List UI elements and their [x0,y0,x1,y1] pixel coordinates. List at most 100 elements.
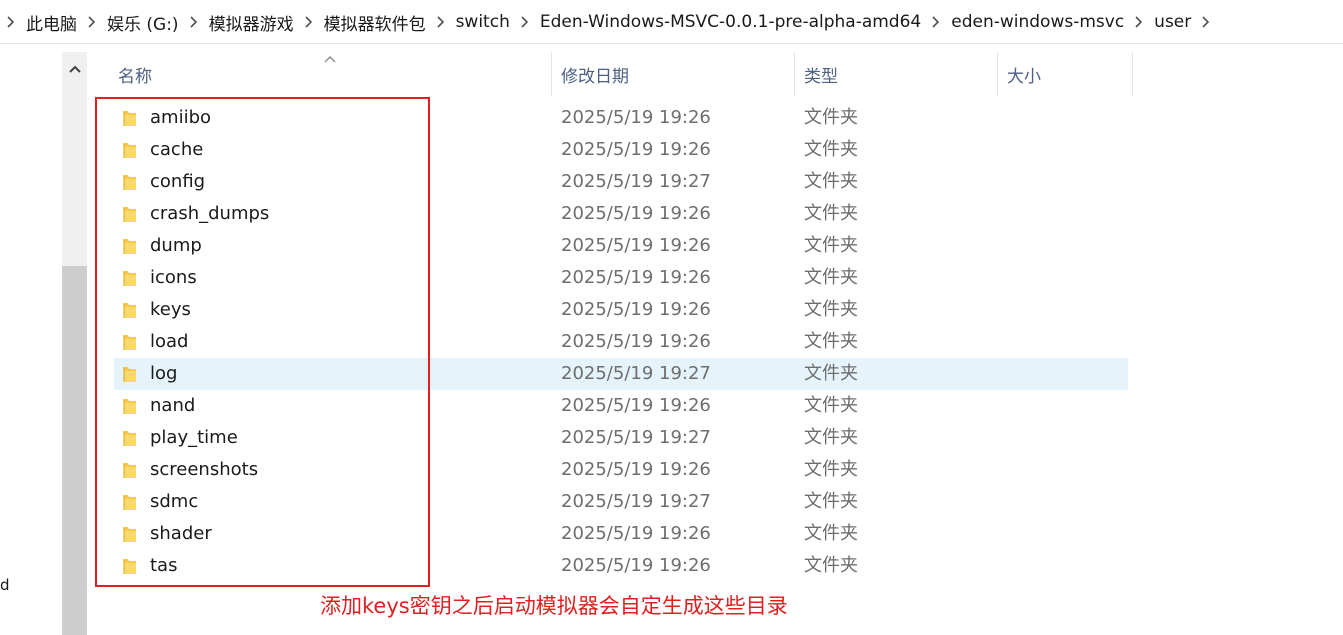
chevron-right-icon[interactable] [0,14,22,30]
breadcrumb-item[interactable]: switch [452,12,514,32]
file-list: amiibo 2025/5/19 19:26 文件夹 cache 2025/5/19 1… [114,102,1128,582]
file-type: 文件夹 [804,107,858,128]
file-modified: 2025/5/19 19:27 [561,171,711,192]
column-type-label: 类型 [804,66,838,87]
breadcrumb: 此电脑 娱乐 (G:) 模拟器游戏 模拟器软件包 switch Eden-Windows-… [0,0,1217,44]
file-type: 文件夹 [804,459,858,480]
file-name: log [150,363,178,384]
file-modified: 2025/5/19 19:26 [561,299,711,320]
chevron-right-icon[interactable] [514,14,536,30]
file-row[interactable]: icons 2025/5/19 19:26 文件夹 [114,262,1128,294]
breadcrumb-item[interactable]: eden-windows-msvc [947,12,1128,32]
chevron-right-icon[interactable] [925,14,947,30]
file-modified: 2025/5/19 19:27 [561,427,711,448]
file-type: 文件夹 [804,555,858,576]
column-size[interactable]: 大小 [1007,52,1041,96]
chevron-right-icon[interactable] [1195,14,1217,30]
file-modified: 2025/5/19 19:26 [561,523,711,544]
column-divider[interactable] [551,52,552,96]
breadcrumb-item[interactable]: 模拟器软件包 [320,10,430,35]
file-modified: 2025/5/19 19:26 [561,555,711,576]
scrollbar-thumb[interactable] [62,266,87,635]
chevron-right-icon[interactable] [1128,14,1150,30]
column-name[interactable]: 名称 [118,52,152,96]
breadcrumb-item[interactable]: 娱乐 (G:) [103,10,183,35]
folder-icon [123,463,136,478]
file-row[interactable]: screenshots 2025/5/19 19:26 文件夹 [114,454,1128,486]
file-type: 文件夹 [804,427,858,448]
chevron-right-icon[interactable] [183,14,205,30]
file-row[interactable]: sdmc 2025/5/19 19:27 文件夹 [114,486,1128,518]
column-type[interactable]: 类型 [804,52,838,96]
column-divider[interactable] [1132,52,1133,96]
folder-icon [123,143,136,158]
chevron-right-icon[interactable] [430,14,452,30]
file-modified: 2025/5/19 19:26 [561,331,711,352]
file-row[interactable]: keys 2025/5/19 19:26 文件夹 [114,294,1128,326]
file-row[interactable]: cache 2025/5/19 19:26 文件夹 [114,134,1128,166]
nav-pane-partial-item[interactable]: d [0,576,10,594]
folder-icon [123,111,136,126]
column-name-label: 名称 [118,66,152,87]
file-modified: 2025/5/19 19:26 [561,235,711,256]
file-row[interactable]: config 2025/5/19 19:27 文件夹 [114,166,1128,198]
file-name: crash_dumps [150,203,270,224]
file-row[interactable]: crash_dumps 2025/5/19 19:26 文件夹 [114,198,1128,230]
file-type: 文件夹 [804,171,858,192]
column-modified-label: 修改日期 [561,66,629,87]
file-row[interactable]: shader 2025/5/19 19:26 文件夹 [114,518,1128,550]
folder-icon [123,559,136,574]
folder-icon [123,239,136,254]
address-bar[interactable]: 此电脑 娱乐 (G:) 模拟器游戏 模拟器软件包 switch Eden-Windows-… [0,0,1343,44]
file-type: 文件夹 [804,363,858,384]
breadcrumb-item[interactable]: 此电脑 [22,10,81,35]
folder-icon [123,335,136,350]
file-name: dump [150,235,202,256]
file-row[interactable]: dump 2025/5/19 19:26 文件夹 [114,230,1128,262]
column-header: 名称 修改日期 类型 大小 [100,52,1140,96]
file-name: cache [150,139,204,160]
file-row[interactable]: play_time 2025/5/19 19:27 文件夹 [114,422,1128,454]
folder-icon [123,399,136,414]
scroll-up-button[interactable] [62,56,87,82]
file-name: tas [150,555,178,576]
folder-icon [123,527,136,542]
chevron-right-icon[interactable] [298,14,320,30]
folder-icon [123,367,136,382]
file-name: sdmc [150,491,199,512]
folder-icon [123,175,136,190]
nav-pane-scrollbar[interactable] [62,52,87,635]
file-name: screenshots [150,459,259,480]
file-row[interactable]: log 2025/5/19 19:27 文件夹 [114,358,1128,390]
file-modified: 2025/5/19 19:26 [561,203,711,224]
file-type: 文件夹 [804,299,858,320]
file-modified: 2025/5/19 19:26 [561,459,711,480]
breadcrumb-item[interactable]: user [1150,12,1195,32]
file-name: shader [150,523,212,544]
column-modified[interactable]: 修改日期 [561,52,629,96]
breadcrumb-item[interactable]: Eden-Windows-MSVC-0.0.1-pre-alpha-amd64 [536,12,925,32]
column-divider[interactable] [997,52,998,96]
file-type: 文件夹 [804,395,858,416]
file-row[interactable]: tas 2025/5/19 19:26 文件夹 [114,550,1128,582]
file-row[interactable]: load 2025/5/19 19:26 文件夹 [114,326,1128,358]
file-name: load [150,331,189,352]
annotation-text: 添加keys密钥之后启动模拟器会自定生成这些目录 [320,594,788,618]
file-modified: 2025/5/19 19:27 [561,363,711,384]
file-type: 文件夹 [804,331,858,352]
file-row[interactable]: amiibo 2025/5/19 19:26 文件夹 [114,102,1128,134]
folder-icon [123,431,136,446]
chevron-up-icon [68,65,81,73]
folder-icon [123,303,136,318]
file-type: 文件夹 [804,523,858,544]
folder-icon [123,271,136,286]
file-name: play_time [150,427,238,448]
file-type: 文件夹 [804,203,858,224]
file-name: icons [150,267,197,288]
column-divider[interactable] [794,52,795,96]
file-row[interactable]: nand 2025/5/19 19:26 文件夹 [114,390,1128,422]
chevron-right-icon[interactable] [81,14,103,30]
sort-ascending-icon [324,56,336,63]
file-name: nand [150,395,196,416]
breadcrumb-item[interactable]: 模拟器游戏 [205,10,298,35]
